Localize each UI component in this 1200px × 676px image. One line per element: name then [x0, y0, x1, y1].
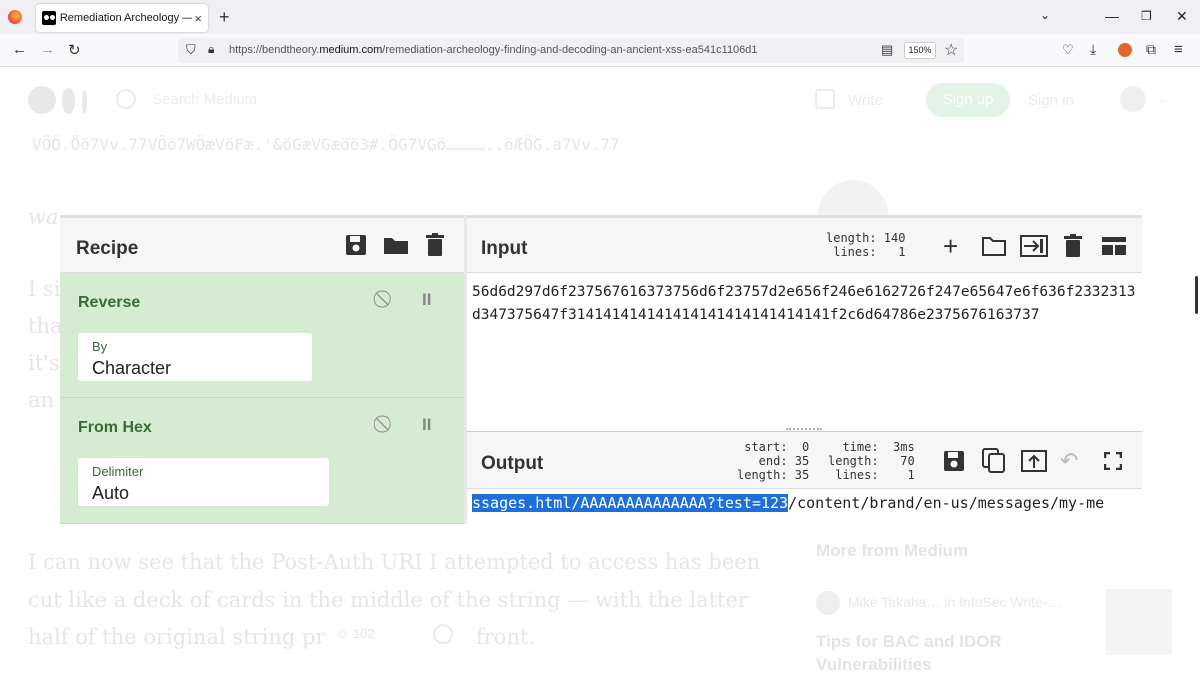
recipe-label: Recipe [76, 238, 139, 259]
operation-title: Reverse [78, 294, 141, 311]
page-scrollbar[interactable] [1195, 276, 1198, 314]
back-icon[interactable]: ← [12, 41, 27, 58]
shield-icon[interactable]: ⛉ [186, 42, 196, 58]
reset-layout-icon[interactable] [1101, 236, 1127, 256]
output-text[interactable]: ssages.html/AAAAAAAAAAAAAA?test=123/cont… [472, 494, 1104, 512]
window-close-icon[interactable]: ✕ [1176, 8, 1188, 25]
pause-operation-icon[interactable]: II [422, 290, 431, 310]
sign-up-button[interactable]: Sign up [926, 83, 1010, 117]
clap-count[interactable]: ☺ 102 [336, 626, 375, 641]
tab-title: Remediation Archeology — Find [59, 12, 193, 24]
output-stats: time: 3ms length: 70 lines: 1 [828, 440, 915, 482]
reload-icon[interactable]: ↻ [68, 41, 81, 59]
input-textarea[interactable]: 56d6d297d6f237567616373756d6f23757d2e656… [472, 281, 1136, 327]
partial-word: wa [28, 205, 59, 229]
url-path: /remediation-archeology-finding-and-deco… [382, 44, 758, 56]
left-fragment-4: an [28, 388, 55, 412]
output-rest: /content/brand/en-us/messages/my-me [788, 494, 1105, 512]
operation-reverse[interactable]: Reverse ⃠ II By Character [60, 273, 464, 398]
field-value: Auto [92, 483, 130, 503]
field-value: Character [92, 358, 172, 378]
garbled-text-line: VÖÖ.Öö7Vv.77VÖö7WÖæVöFæ.'&öGæVGæöö3#.ÖG7… [32, 135, 620, 154]
maximise-output-icon[interactable] [1104, 452, 1122, 470]
extension-icon[interactable] [1118, 43, 1132, 57]
pause-operation-icon[interactable]: II [422, 415, 431, 435]
author-avatar[interactable] [816, 591, 840, 615]
save-output-icon[interactable] [943, 450, 965, 472]
save-recipe-icon[interactable] [345, 234, 367, 256]
open-file-icon[interactable] [1020, 235, 1048, 257]
delimiter-select[interactable]: Delimiter Auto [78, 458, 329, 506]
more-from-medium-heading: More from Medium [816, 541, 969, 560]
reader-view-icon[interactable]: ▤ [881, 42, 893, 58]
input-label: Input [481, 238, 528, 259]
firefox-icon[interactable] [8, 10, 22, 24]
load-recipe-folder-icon[interactable] [383, 235, 409, 255]
write-icon[interactable] [815, 89, 835, 109]
input-stats: length: 140 lines: 1 [826, 231, 906, 259]
minimize-icon[interactable]: — [1105, 8, 1119, 24]
search-icon[interactable] [116, 89, 136, 109]
field-label: Delimiter [92, 464, 144, 479]
clear-input-trash-icon[interactable] [1064, 234, 1082, 258]
lock-icon[interactable]: 🔒︎ [208, 42, 214, 57]
open-folder-icon[interactable] [982, 236, 1006, 256]
output-selection[interactable]: ssages.html/AAAAAAAAAAAAAA?test=123 [472, 494, 789, 512]
list-all-tabs-icon[interactable]: ⌄ [1040, 8, 1050, 22]
paragraph-line-1: I can now see that the Post-Auth URI I a… [28, 550, 761, 574]
comment-icon[interactable] [433, 624, 453, 644]
article-title-line-2: Vulnerabilities [816, 655, 932, 674]
field-label: By [92, 339, 108, 354]
paragraph-line-2: cut like a deck of cards in the middle o… [28, 588, 748, 612]
restore-icon[interactable]: ❐ [1141, 9, 1152, 23]
menu-hamburger-icon[interactable]: ≡ [1174, 41, 1183, 58]
article-thumbnail[interactable] [1106, 589, 1172, 655]
avatar[interactable] [1120, 86, 1146, 112]
left-fragment-1: I si [28, 277, 61, 301]
new-tab-button[interactable]: + [219, 7, 230, 28]
replace-input-with-output-icon[interactable] [1021, 450, 1047, 472]
write-link[interactable]: Write [848, 92, 883, 109]
downloads-icon[interactable]: ⤓ [1090, 41, 1096, 58]
tab-close-icon[interactable]: × [194, 11, 202, 26]
related-article-title[interactable]: Tips for BAC and IDOR Vulnerabilities [816, 630, 1002, 676]
article-title-line-1: Tips for BAC and IDOR [816, 632, 1002, 651]
medium-logo[interactable] [28, 86, 87, 119]
zoom-badge[interactable]: 150% [904, 42, 936, 59]
copy-output-icon[interactable] [982, 448, 1006, 474]
url-prefix: https://bendtheory. [229, 44, 320, 56]
bookmark-star-icon[interactable]: ☆ [944, 40, 958, 60]
operation-from-hex[interactable]: From Hex ⃠ II Delimiter Auto [60, 398, 464, 524]
extensions-puzzle-icon[interactable]: ⧉ [1146, 41, 1156, 58]
clap-count-value: 102 [352, 626, 375, 641]
undo-icon[interactable]: ↶ [1060, 448, 1078, 474]
pocket-icon[interactable]: ♡ [1062, 42, 1074, 58]
paragraph-tail: front. [476, 625, 536, 649]
clear-recipe-trash-icon[interactable] [426, 233, 444, 257]
forward-icon[interactable]: → [40, 41, 55, 58]
left-fragment-2: tha [28, 314, 63, 338]
embedded-image [818, 180, 888, 220]
left-fragment-3: it's [28, 351, 60, 375]
clap-icon: ☺ [336, 626, 350, 641]
url-domain: medium.com [319, 44, 383, 56]
medium-favicon-icon [42, 11, 56, 25]
operation-title: From Hex [78, 419, 152, 436]
by-select[interactable]: By Character [78, 333, 312, 381]
search-input[interactable]: Search Medium [152, 91, 257, 108]
output-label: Output [481, 453, 544, 474]
chevron-down-icon[interactable]: ⌄ [1158, 92, 1167, 105]
output-selection-stats: start: 0 end: 35 length: 35 [737, 440, 810, 482]
url-text[interactable]: https://bendtheory.medium.com/remediatio… [229, 44, 758, 56]
add-input-tab-icon[interactable]: + [943, 231, 958, 262]
sign-in-link[interactable]: Sign in [1028, 92, 1074, 109]
author-line[interactable]: Mike Takaha… in InfoSec Write-… [848, 594, 1061, 610]
paragraph-line-3: half of the original string pr [28, 625, 326, 649]
tab-active[interactable]: Remediation Archeology — Find × [36, 4, 208, 32]
